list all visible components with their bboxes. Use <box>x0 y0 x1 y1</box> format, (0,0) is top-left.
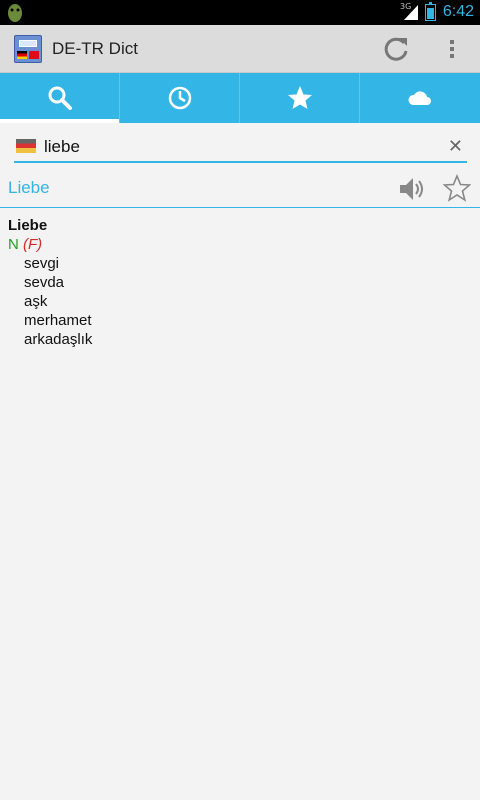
translation-item: merhamet <box>24 312 92 329</box>
translation-item: sevda <box>24 274 65 291</box>
result-headword[interactable]: Liebe <box>8 178 50 198</box>
part-of-speech: N <box>8 236 19 253</box>
result-header: Liebe <box>0 172 480 208</box>
tab-search[interactable] <box>0 73 120 123</box>
tab-favorites[interactable] <box>240 73 360 123</box>
entry-headword: Liebe <box>8 217 48 234</box>
search-bar: ✕ <box>14 133 467 163</box>
favorites-star-icon <box>288 86 312 109</box>
tab-history[interactable] <box>120 73 240 123</box>
translation-item: sevgi <box>24 255 60 272</box>
dictionary-entry: Liebe N (F) sevgi sevda aşk merhamet ark… <box>8 216 92 349</box>
german-flag-icon[interactable] <box>16 139 36 153</box>
search-icon <box>48 86 72 110</box>
status-bar: 3G 6:42 <box>0 0 480 25</box>
gender-label: (F) <box>23 236 43 253</box>
speaker-icon[interactable] <box>397 174 427 204</box>
search-input[interactable] <box>44 134 434 160</box>
app-title: DE-TR Dict <box>52 39 138 58</box>
translation-item: aşk <box>24 293 48 310</box>
signal-strength-icon <box>404 5 418 20</box>
tab-bar <box>0 73 480 123</box>
translation-item: arkadaşlık <box>24 331 93 348</box>
status-clock: 6:42 <box>442 3 474 20</box>
favorite-star-outline-icon[interactable] <box>443 174 471 202</box>
history-clock-icon <box>168 86 192 110</box>
entry-grammar: N (F) <box>8 235 92 254</box>
clear-search-icon[interactable]: ✕ <box>448 136 463 157</box>
refresh-icon[interactable] <box>381 34 411 64</box>
overflow-menu-icon[interactable] <box>440 38 464 62</box>
action-bar: DE-TR Dict <box>0 25 480 73</box>
cloud-icon <box>408 91 431 105</box>
android-notification-icon <box>8 4 22 22</box>
battery-icon <box>425 2 436 21</box>
app-icon[interactable] <box>14 35 42 63</box>
tab-cloud[interactable] <box>360 73 480 123</box>
